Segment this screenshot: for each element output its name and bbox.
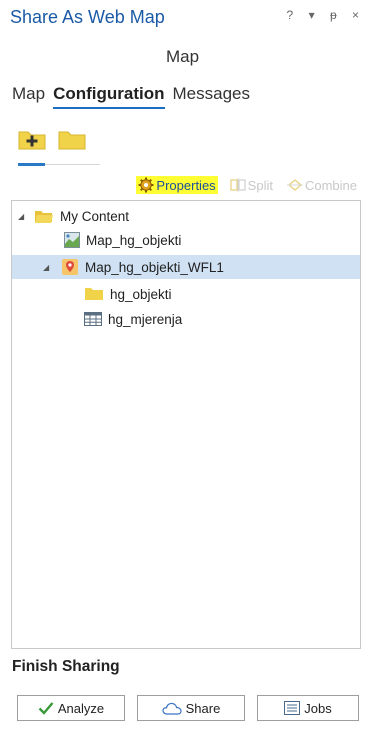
split-icon [230,178,246,192]
share-label: Share [185,700,221,716]
checkmark-icon [38,702,54,715]
combine-icon [286,179,303,191]
split-label: Split [247,177,273,193]
content-location-selector [18,128,100,162]
selected-location-indicator [18,163,45,166]
tree-item-label: Map_hg_objekti_WFL1 [85,259,224,275]
tree-item-feature-layer[interactable]: ◢ Map_hg_objekti_WFL1 [12,255,360,279]
tab-strip: Map Configuration Messages [12,84,250,109]
tree-item-hg-mjerenja[interactable]: hg_mjerenja [84,307,344,331]
content-tree: ◢ My Content Map_hg_objekti ◢ Map_hg_obj… [11,200,361,649]
split-button[interactable]: Split [228,177,275,194]
tree-item-label: Map_hg_objekti [86,232,182,248]
jobs-label: Jobs [304,700,332,716]
folder-open-icon [35,210,53,223]
analyze-label: Analyze [57,700,105,716]
options-dropdown-icon[interactable]: ▾ [309,8,319,22]
tree-item-my-content[interactable]: ◢ My Content [18,204,348,228]
properties-label: Properties [156,177,216,193]
collapse-arrow-icon[interactable]: ◢ [18,212,28,221]
title-bar: Share As Web Map ? ▾ ᵽ × [0,0,365,36]
help-icon[interactable]: ? [287,8,298,22]
tab-messages[interactable]: Messages [173,84,250,109]
jobs-button[interactable]: Jobs [257,695,359,721]
feature-layer-icon [62,259,78,275]
pin-icon[interactable]: ᵽ [330,8,341,22]
window-controls: ? ▾ ᵽ × [283,8,363,22]
tree-item-label: My Content [60,208,130,224]
cloud-icon [162,702,182,715]
close-icon[interactable]: × [352,8,363,22]
collapse-arrow-icon[interactable]: ◢ [43,263,53,272]
share-button[interactable]: Share [137,695,245,721]
analyze-button[interactable]: Analyze [17,695,125,721]
tree-item-label: hg_mjerenja [108,311,183,327]
add-folder-icon[interactable] [18,128,46,150]
jobs-list-icon [284,701,301,715]
tree-item-label: hg_objekti [110,286,172,302]
content-toolbar: Properties Split Combine [136,176,359,194]
table-icon [84,312,102,326]
web-map-icon [64,232,80,248]
map-name: Map [165,47,200,66]
properties-button[interactable]: Properties [136,176,218,194]
combine-label: Combine [304,177,357,193]
folder-icon [85,288,103,300]
combine-button[interactable]: Combine [285,177,359,194]
tree-item-map[interactable]: Map_hg_objekti [64,228,344,252]
finish-sharing-heading: Finish Sharing [12,658,120,675]
tree-item-hg-objekti[interactable]: hg_objekti [84,282,344,306]
tab-map[interactable]: Map [12,84,45,109]
pane-title: Share As Web Map [10,7,165,27]
tab-configuration[interactable]: Configuration [53,84,165,109]
folder-icon[interactable] [58,128,86,150]
gear-icon [138,177,154,193]
